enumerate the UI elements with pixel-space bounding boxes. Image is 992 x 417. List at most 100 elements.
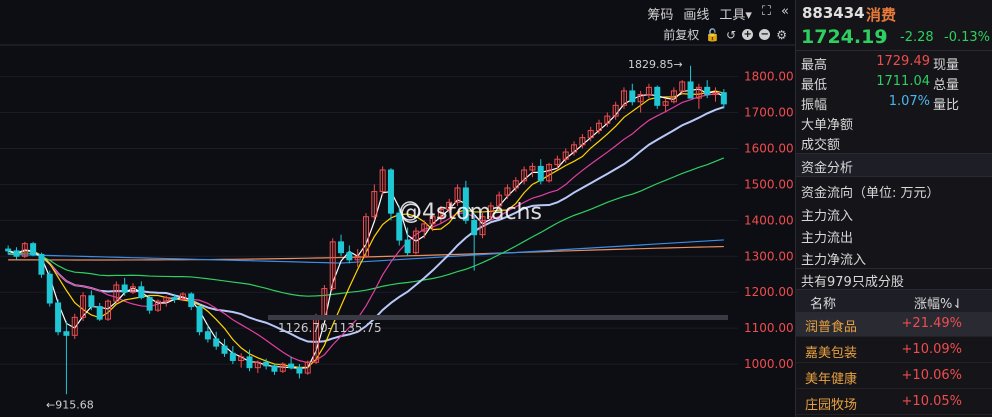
candle-body [629, 90, 636, 103]
candle-body [246, 356, 253, 369]
table-row[interactable]: 庄园牧场 +10.05% [796, 390, 992, 415]
candle-body [346, 252, 353, 261]
divider [796, 268, 992, 269]
candle-body [146, 297, 153, 311]
candle-body [46, 273, 53, 304]
candle-body [288, 363, 295, 369]
candle-body [55, 302, 62, 333]
stock-pct: +10.05% [901, 394, 962, 409]
toolbar-draw[interactable]: 画线 [683, 4, 709, 23]
candle-body [687, 81, 694, 99]
chart-toolbar: 筹码 画线 工具▾ ⛶ « [647, 4, 789, 23]
table-row[interactable]: 嘉美包装 +10.09% [796, 338, 992, 363]
zoom-out-icon[interactable]: − [759, 29, 771, 40]
adjust-label[interactable]: 前复权 [663, 26, 699, 43]
chart-pane[interactable]: 1800.00 1700.00 1600.00 1500.00 1400.00 1300.… [0, 0, 795, 417]
candle-body [213, 338, 220, 347]
candle-body [188, 293, 195, 308]
stock-name: 美年健康 [805, 372, 858, 387]
range-label: 1126.70-1135.75 [278, 321, 382, 335]
y-tick-label: 1800.00 [744, 70, 794, 84]
candle-body [720, 92, 727, 105]
candle-body [88, 295, 95, 308]
low-value: 1711.04 [876, 74, 930, 89]
candle-body [221, 345, 228, 354]
y-tick-label: 1100.00 [744, 321, 794, 335]
constituents-label: 共有979只成分股 [801, 275, 904, 290]
candle-body [338, 241, 345, 254]
kline-chart[interactable]: 1800.00 1700.00 1600.00 1500.00 1400.00 1300.… [0, 0, 795, 417]
main-net-label: 主力净流入 [801, 253, 867, 268]
y-tick-label: 1500.00 [744, 177, 794, 191]
candle-body [171, 297, 178, 300]
candle-body [63, 331, 70, 336]
candle-body [38, 253, 45, 275]
col-pct-header[interactable]: 涨幅%⇃ [914, 293, 963, 312]
candle-body [96, 306, 103, 320]
y-tick-label: 1200.00 [744, 285, 794, 299]
col-name-header[interactable]: 名称 [810, 293, 836, 312]
collapse-icon[interactable]: « [781, 4, 789, 23]
table-row[interactable]: 润普食品 +21.49% [796, 312, 992, 337]
toolbar-chips[interactable]: 筹码 [647, 4, 673, 23]
main-outflow-label: 主力流出 [801, 231, 854, 246]
candle-body [704, 86, 711, 96]
flow-unit-label: 资金流向（单位: 万元） [801, 186, 940, 201]
y-tick-label: 1300.00 [744, 249, 794, 263]
expand-icon[interactable]: ⛶ [762, 4, 771, 23]
y-tick-label: 1700.00 [744, 106, 794, 120]
volume-ratio-label: 量比 [933, 98, 960, 113]
low-price-label: ←915.68 [46, 398, 94, 411]
stock-pct: +10.09% [901, 342, 962, 357]
candle-body [204, 331, 211, 340]
change-value: -2.28 [900, 30, 934, 45]
constituents-table-header: 名称 涨幅%⇃ [796, 289, 992, 313]
stock-name: 庄园牧场 [805, 398, 858, 413]
back-icon[interactable]: ↺ [726, 28, 736, 42]
lock-icon[interactable]: 🔓 [705, 28, 720, 42]
y-tick-label: 1400.00 [744, 213, 794, 227]
chart-subtoolbar: 前复权 🔓 ↺ + − ⚙ [663, 26, 787, 43]
table-row[interactable]: 美年健康 +10.06% [796, 364, 992, 389]
watermark-text: @4stomachs [400, 200, 542, 225]
amplitude-label: 振幅 [801, 98, 828, 113]
divider [796, 50, 992, 51]
zoom-in-icon[interactable]: + [742, 29, 754, 40]
toolbar-tools[interactable]: 工具▾ [719, 4, 752, 23]
flow-section-header[interactable]: 资金分析 [796, 153, 992, 177]
candle-body [121, 284, 128, 293]
candle-body [263, 361, 270, 367]
settings-icon[interactable]: ⚙ [776, 28, 787, 42]
last-price: 1724.19 [801, 26, 888, 48]
change-pct: -0.13% [944, 30, 990, 45]
amplitude-value: 1.07% [888, 94, 930, 109]
quote-panel: 883434 消费 1724.19 ⬇ -2.28 -0.13% 最高 1729… [795, 0, 992, 417]
candle-body [387, 169, 394, 214]
y-tick-label: 1000.00 [744, 357, 794, 371]
stock-pct: +21.49% [901, 316, 962, 331]
candle-body [229, 352, 236, 361]
candle-body [13, 250, 20, 257]
now-vol-label: 现量 [933, 58, 960, 73]
candle-body [271, 365, 278, 372]
turnover-label: 成交额 [801, 138, 841, 153]
high-label: 最高 [801, 58, 828, 73]
candle-body [196, 306, 203, 333]
candle-body [537, 165, 544, 182]
low-label: 最低 [801, 78, 828, 93]
candle-body [654, 86, 661, 106]
stock-pct: +10.06% [901, 368, 962, 383]
range-band [268, 314, 728, 320]
stock-name: 嘉美包装 [805, 346, 858, 361]
y-tick-label: 1600.00 [744, 141, 794, 155]
candle-body [296, 367, 303, 374]
main-inflow-label: 主力流入 [801, 209, 854, 224]
flow-section-title: 资金分析 [801, 161, 854, 176]
big-net-label: 大单净额 [801, 118, 854, 133]
candle-body [138, 286, 145, 299]
index-code: 883434 [802, 4, 865, 22]
high-price-label: 1829.85→ [628, 58, 683, 71]
candle-body [404, 239, 411, 254]
index-name: 消费 [866, 6, 897, 24]
total-vol-label: 总量 [933, 78, 960, 93]
